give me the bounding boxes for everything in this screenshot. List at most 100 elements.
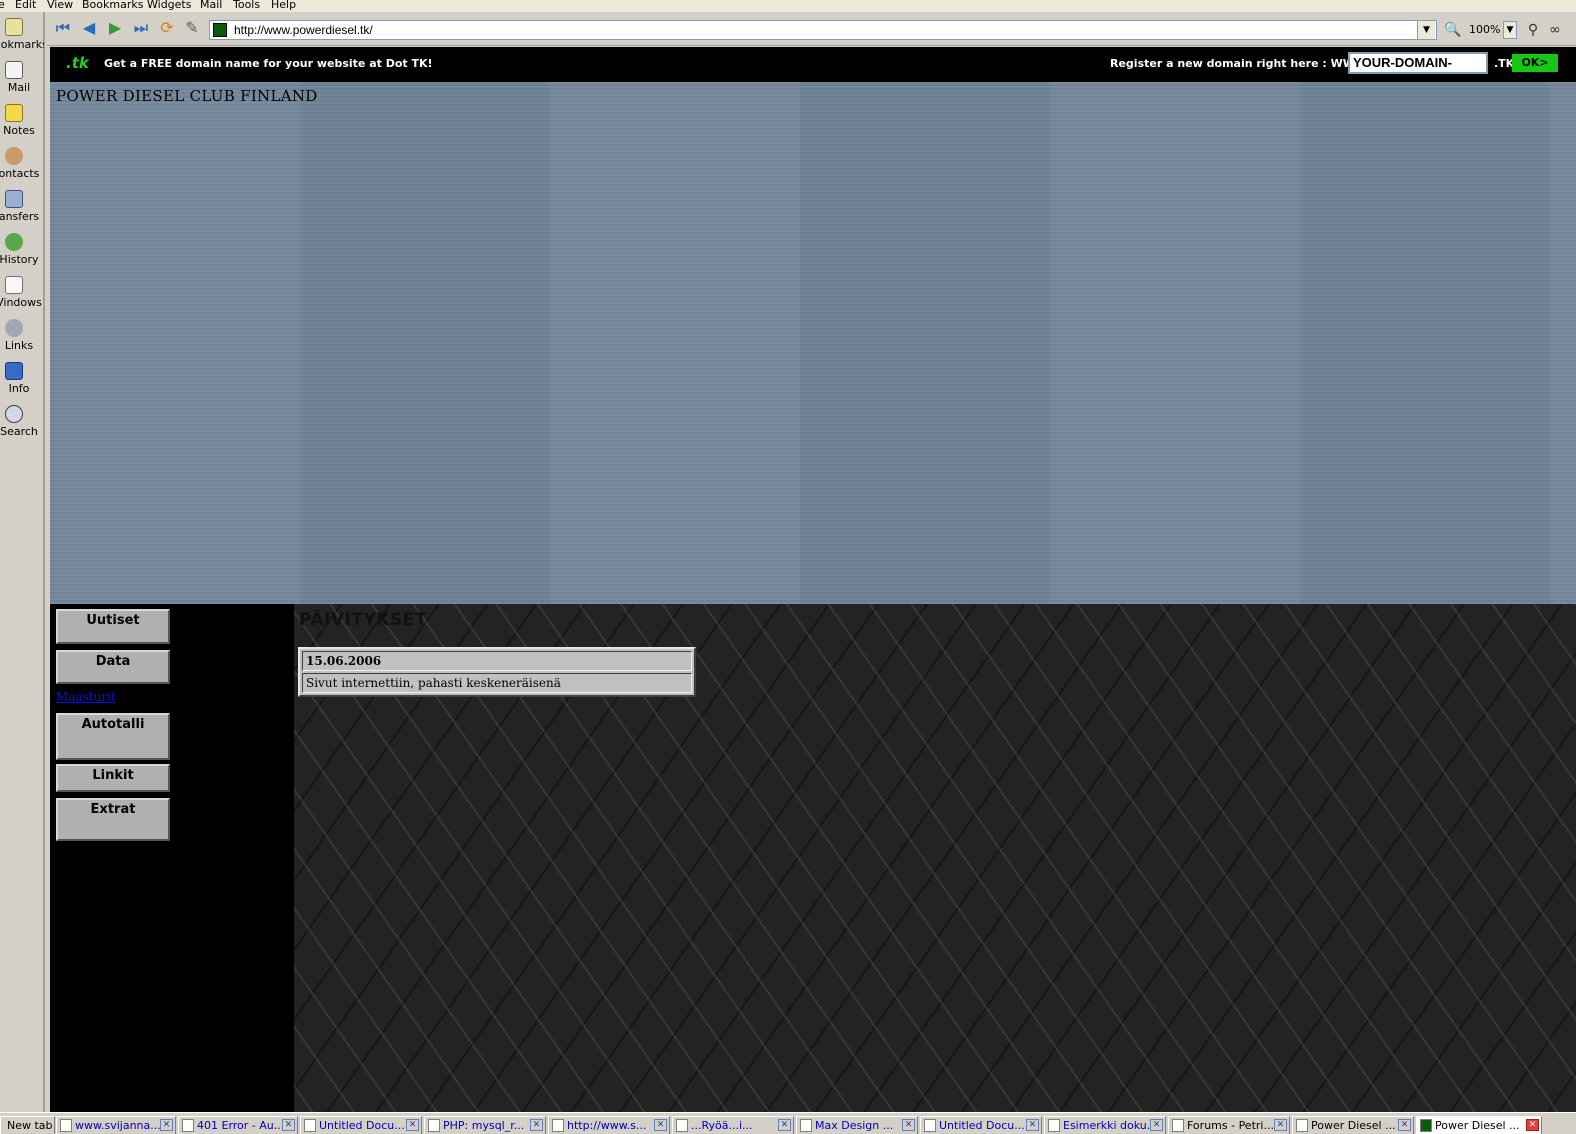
reload-icon[interactable]: ⟳	[157, 18, 177, 38]
back-icon[interactable]: ◀	[79, 18, 99, 38]
nav-maasturit-link[interactable]: Maasturit	[56, 690, 116, 704]
menu-file[interactable]: e	[0, 0, 5, 10]
section-title: PÄIVITYKSET	[299, 610, 427, 630]
panel-notes-label: Notes	[3, 124, 35, 137]
close-icon[interactable]: ✕	[1398, 1119, 1411, 1131]
dot-tk-banner: .tk Get a FREE domain name for your webs…	[50, 47, 1576, 88]
panel-search-label: Search	[0, 425, 38, 438]
address-dropdown-icon[interactable]: ▼	[1417, 21, 1435, 39]
close-icon[interactable]: ✕	[1026, 1119, 1039, 1131]
close-icon[interactable]: ✕	[1150, 1119, 1163, 1131]
zoom-icon[interactable]: 🔍	[1443, 20, 1463, 40]
nav-data-button[interactable]: Data	[56, 650, 170, 684]
side-panel: ookmarks Mail Notes ontacts ansfers Hist…	[0, 12, 45, 1112]
tab-item[interactable]: ...Ryöä...i... ✕	[672, 1116, 794, 1134]
panel-links[interactable]: Links	[0, 317, 45, 359]
menu-tools[interactable]: Tools	[233, 0, 260, 10]
site-sidebar: Uutiset Data Maasturit Autotalli Linkit …	[50, 604, 294, 1112]
panel-transfers[interactable]: ansfers	[0, 188, 45, 230]
tab-label: Esimerkki doku...	[1063, 1119, 1158, 1132]
close-icon[interactable]: ✕	[1274, 1119, 1287, 1131]
menu-help[interactable]: Help	[271, 0, 296, 10]
tab-item[interactable]: Untitled Docu... ✕	[920, 1116, 1042, 1134]
nav-extrat-button[interactable]: Extrat	[56, 798, 170, 841]
menu-view[interactable]: View	[47, 0, 73, 10]
domain-name-input[interactable]: YOUR-DOMAIN-NAME	[1348, 52, 1488, 88]
nav-uutiset-button[interactable]: Uutiset	[56, 609, 170, 644]
news-text: Sivut internettiin, pahasti keskeneräise…	[302, 673, 692, 693]
mail-icon	[5, 61, 23, 79]
tab-item[interactable]: Esimerkki doku... ✕	[1044, 1116, 1166, 1134]
panel-info[interactable]: Info	[0, 360, 45, 402]
links-icon	[5, 319, 23, 337]
tab-label: ...Ryöä...i...	[691, 1119, 753, 1132]
menu-edit[interactable]: Edit	[15, 0, 36, 10]
tab-label: Untitled Docu...	[319, 1119, 405, 1132]
close-icon[interactable]: ✕	[530, 1119, 543, 1131]
news-table: 15.06.2006 Sivut internettiin, pahasti k…	[298, 647, 696, 697]
panel-mail-label: Mail	[7, 81, 31, 94]
navigation-toolbar: ⏮ ◀ ▶ ⏭ ⟳ ✎ http://www.powerdiesel.tk/ ▼…	[47, 12, 1576, 46]
bookmarks-icon	[5, 18, 23, 36]
tab-item[interactable]: PHP: mysql_r... ✕	[424, 1116, 546, 1134]
panel-contacts[interactable]: ontacts	[0, 145, 45, 187]
tab-item[interactable]: www.svijanna... ✕	[56, 1116, 176, 1134]
dot-tk-promo-link[interactable]: Get a FREE domain name for your website …	[104, 57, 433, 70]
page-icon	[1048, 1119, 1060, 1132]
wand-icon[interactable]: ✎	[182, 18, 202, 38]
forward-icon[interactable]: ▶	[105, 18, 125, 38]
panel-contacts-label: ontacts	[0, 167, 40, 180]
close-icon[interactable]: ✕	[902, 1119, 915, 1131]
close-icon[interactable]: ✕	[160, 1119, 173, 1131]
close-icon[interactable]: ✕	[282, 1119, 295, 1131]
tab-item[interactable]: Power Diesel ... ✕	[1292, 1116, 1414, 1134]
dot-tk-logo[interactable]: .tk	[66, 53, 100, 73]
panel-notes[interactable]: Notes	[0, 102, 45, 144]
tab-item[interactable]: Untitled Docu... ✕	[300, 1116, 422, 1134]
transfers-icon	[5, 190, 23, 208]
panel-search[interactable]: Search	[0, 403, 45, 445]
dot-tk-ok-button[interactable]: OK>	[1512, 54, 1558, 72]
menu-widgets[interactable]: Widgets	[147, 0, 191, 10]
php-icon	[428, 1119, 440, 1132]
nav-linkit-button[interactable]: Linkit	[56, 764, 170, 792]
close-icon[interactable]: ✕	[406, 1119, 419, 1131]
tab-new[interactable]: New tab	[0, 1116, 55, 1134]
menu-bookmarks[interactable]: Bookmarks	[82, 0, 143, 10]
zoom-value: 100%	[1469, 23, 1501, 36]
panel-info-label: Info	[8, 382, 30, 395]
info-icon	[5, 362, 23, 380]
tab-item[interactable]: Forums - Petri... ✕	[1168, 1116, 1290, 1134]
page-icon	[304, 1119, 316, 1132]
menu-bar: e Edit View Bookmarks Widgets Mail Tools…	[0, 0, 1576, 12]
tab-item[interactable]: 401 Error - Au... ✕	[178, 1116, 298, 1134]
panel-history[interactable]: History	[0, 231, 45, 273]
menu-mail[interactable]: Mail	[200, 0, 222, 10]
close-icon[interactable]: ✕	[654, 1119, 667, 1131]
fast-forward-icon[interactable]: ⏭	[131, 18, 151, 38]
close-icon[interactable]: ✕	[778, 1119, 791, 1131]
nav-autotalli-button[interactable]: Autotalli	[56, 713, 170, 760]
tab-label: 401 Error - Au...	[197, 1119, 285, 1132]
dot-tk-register-label: Register a new domain right here : WWW.	[1110, 57, 1371, 70]
panel-mail[interactable]: Mail	[0, 59, 45, 101]
voice-icon[interactable]: ⚲	[1523, 20, 1543, 40]
page-icon	[60, 1119, 72, 1132]
reader-icon[interactable]: ∞	[1545, 20, 1565, 40]
panel-history-label: History	[0, 253, 39, 266]
panel-bookmarks-label: ookmarks	[0, 38, 44, 51]
notes-icon	[5, 104, 23, 122]
close-icon[interactable]: ✕	[1526, 1119, 1539, 1131]
panel-windows[interactable]: Vindows	[0, 274, 45, 316]
zoom-dropdown-icon[interactable]: ▼	[1503, 21, 1517, 39]
address-bar[interactable]: http://www.powerdiesel.tk/	[209, 20, 1437, 40]
site-favicon-icon	[1420, 1119, 1432, 1132]
panel-bookmarks[interactable]: ookmarks	[0, 16, 45, 58]
rewind-icon[interactable]: ⏮	[53, 18, 73, 38]
tab-item[interactable]: Max Design ... ✕	[796, 1116, 918, 1134]
site-main-content: PÄIVITYKSET 15.06.2006 Sivut internettii…	[294, 604, 1576, 1112]
tab-active[interactable]: Power Diesel ... ✕	[1416, 1116, 1542, 1134]
site-title: POWER DIESEL CLUB FINLAND	[56, 87, 318, 105]
tab-item[interactable]: http://www.s... ✕	[548, 1116, 670, 1134]
page-icon	[676, 1119, 688, 1132]
